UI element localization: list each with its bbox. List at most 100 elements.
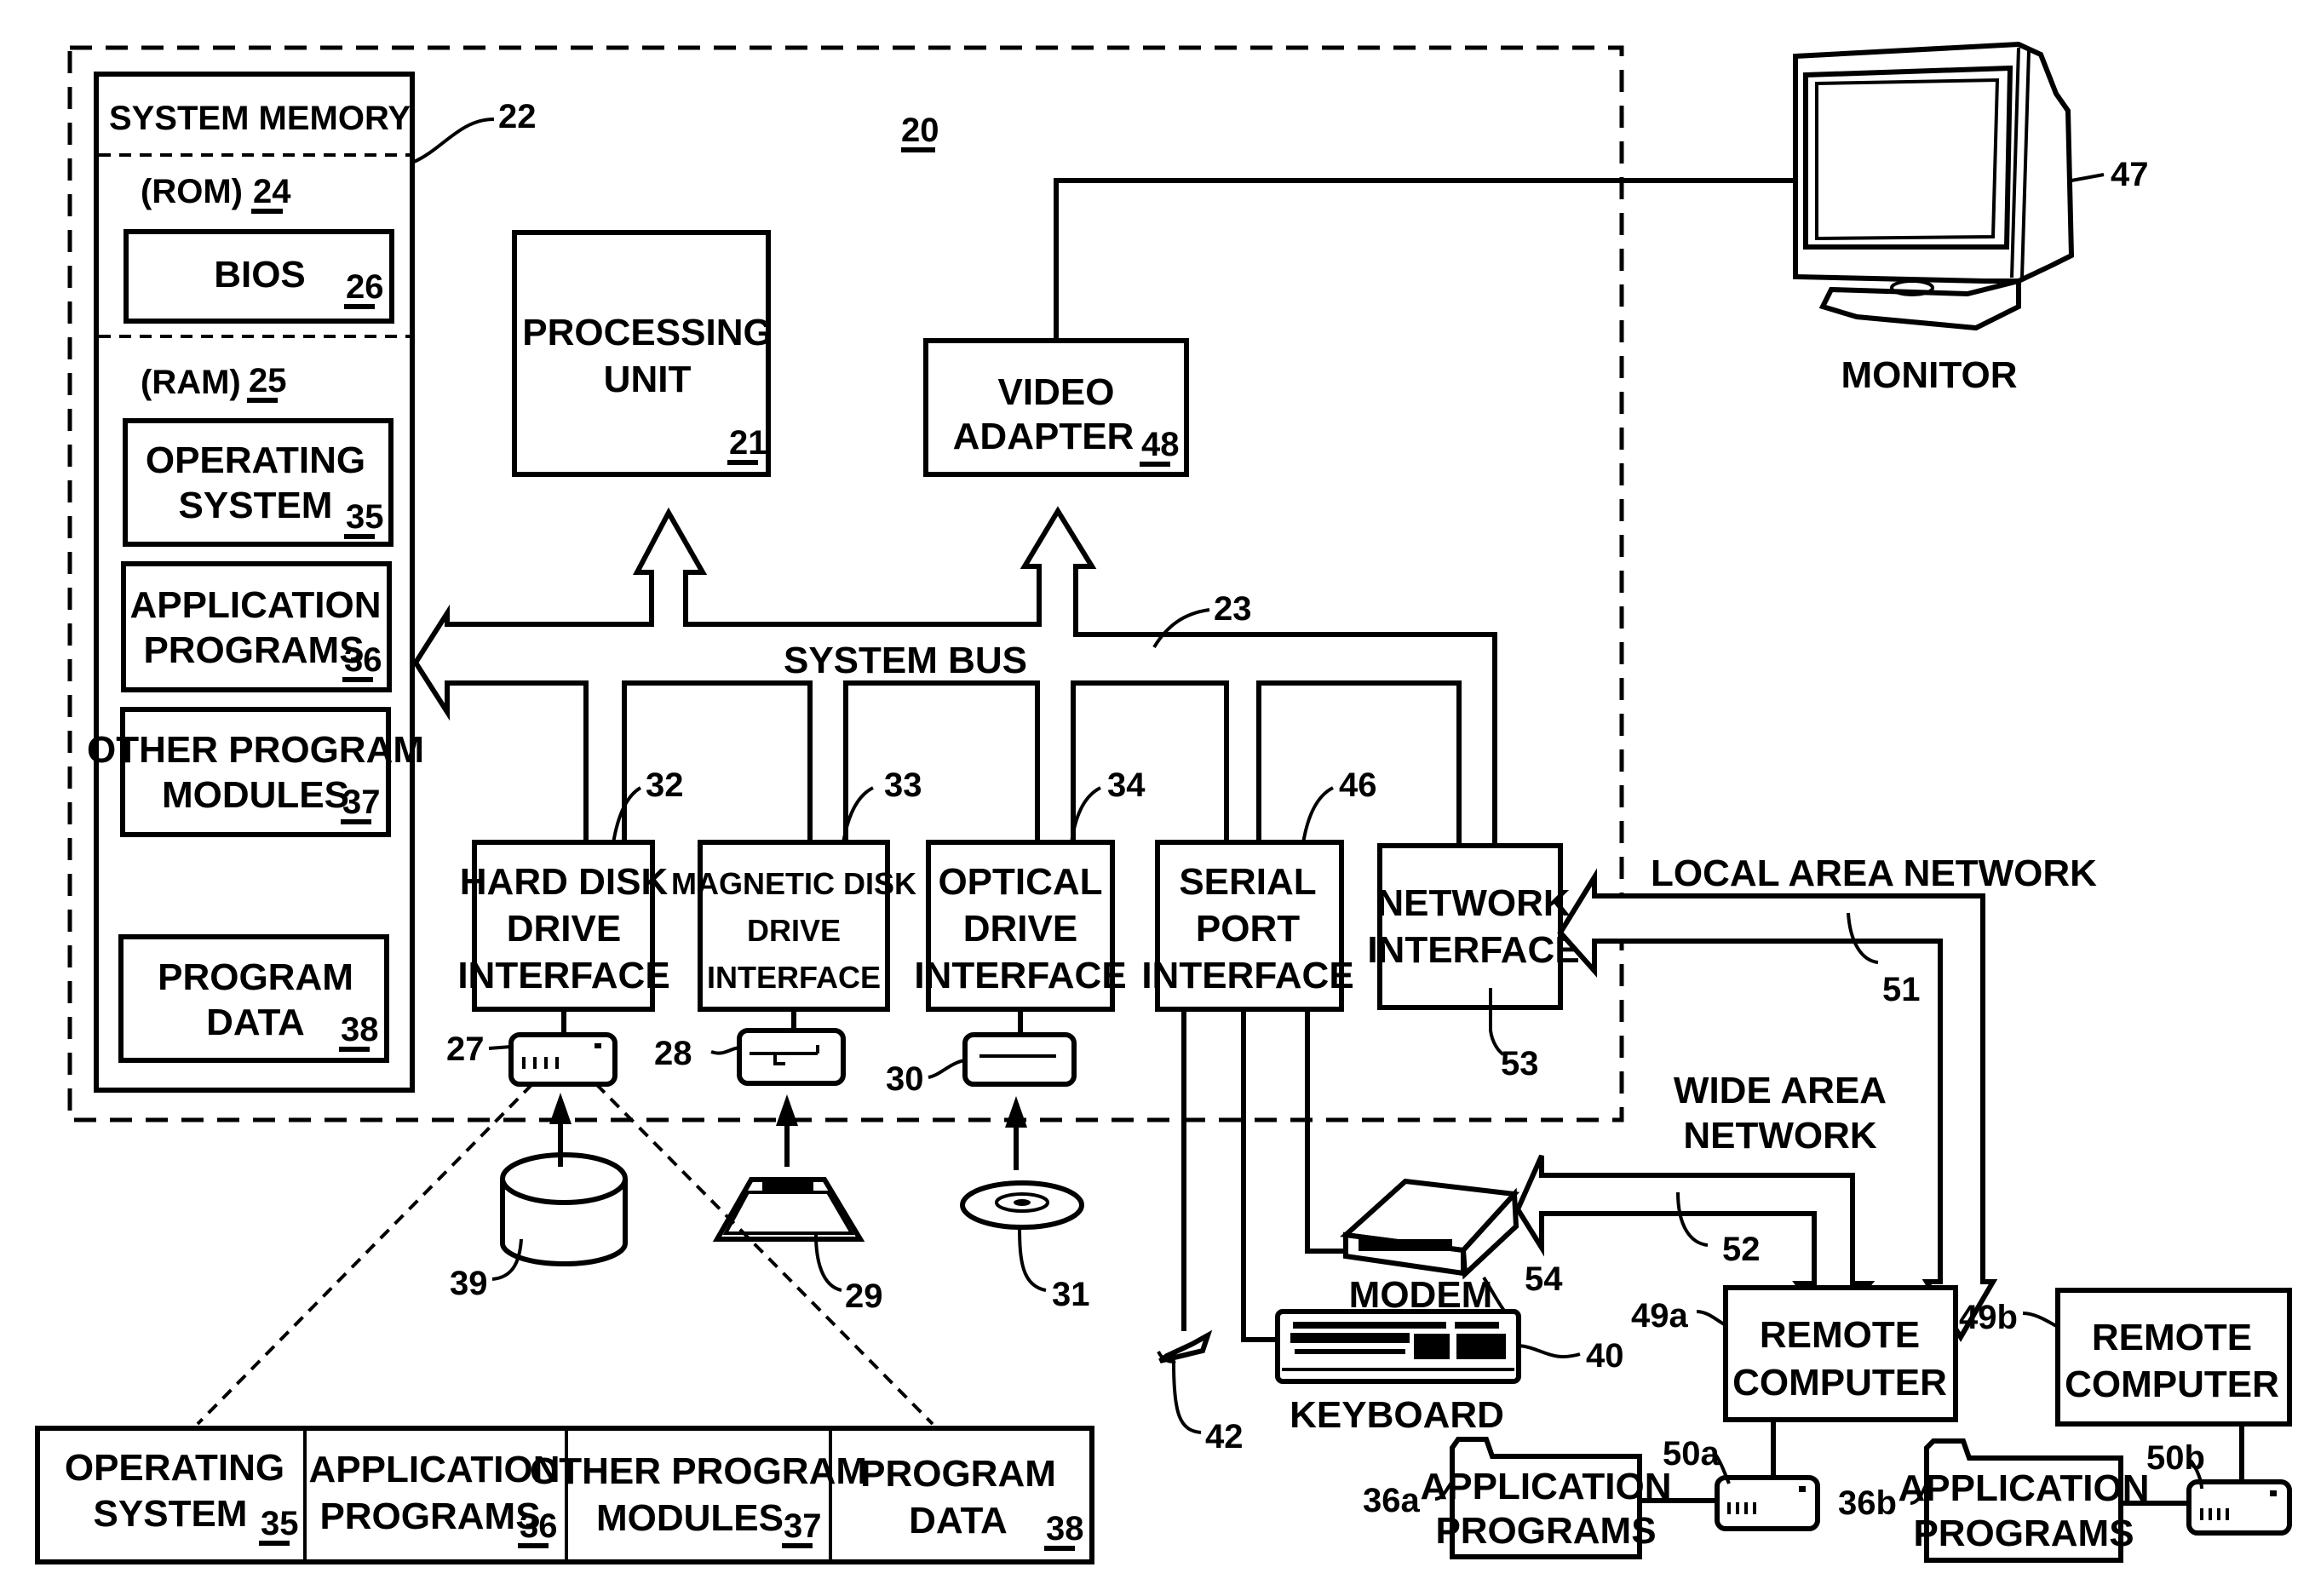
hdd-interface-ref: 32 [646,766,684,804]
remote-b-storage-ref: 50b [2146,1439,2205,1477]
remote-b-storage-icon [2186,1479,2292,1536]
ram-item-ref: 36 [344,641,382,679]
modem-ref: 54 [1525,1260,1563,1298]
disk-contents-table: OPERATING SYSTEM 35 APPLICATION PROGRAMS… [35,1426,1094,1564]
processing-unit-line1: PROCESSING [522,312,772,353]
ram-item-program-data: PROGRAM DATA 38 [118,934,389,1063]
processing-unit-line2: UNIT [604,359,692,400]
apps-line2: PROGRAMS [1913,1513,2134,1554]
serial-port-interface: SERIAL PORT INTERFACE [1141,840,1354,1012]
disk-content-line2: SYSTEM [94,1493,248,1535]
serial-interface-ref: 46 [1339,766,1377,804]
magnetic-disk-drive-icon [737,1028,846,1086]
disk-contents-expansion-left [196,1082,534,1426]
ram-item-line2: DATA [206,1002,305,1043]
video-cable [1054,178,1793,341]
ram-item-line1: PROGRAM [158,956,353,998]
disk-content-line2: PROGRAMS [319,1496,540,1537]
interface-line1: MAGNETIC DISK [671,866,916,901]
disk-content-ref: 37 [784,1507,822,1545]
processing-unit: PROCESSING UNIT 21 [512,230,773,477]
optical-drive-interface: OPTICAL DRIVE INTERFACE [914,840,1127,1012]
video-adapter: VIDEO ADAPTER 48 [923,338,1189,477]
wan-label-line2: NETWORK [1683,1115,1877,1157]
disk-contents-expansion-right [595,1082,934,1426]
ram-item-line1: OTHER PROGRAM [87,729,424,771]
optical-interface-ref: 34 [1107,766,1146,804]
network-interface: NETWORK INTERFACE [1367,843,1580,1010]
ram-item-application-programs: APPLICATION PROGRAMS 36 [121,561,392,692]
apps-line1: APPLICATION [1421,1466,1672,1507]
keyboard-ref: 40 [1586,1337,1624,1375]
computer-ref: 20 [901,112,939,149]
hdd-leader [488,1045,512,1050]
monitor-label: MONITOR [1841,354,2018,396]
mouse-leader [1172,1362,1202,1434]
interface-line3: INTERFACE [707,960,881,995]
ram-item-ref: 35 [346,498,384,536]
ram-item-ref: 37 [342,784,381,821]
floppy-ref: 29 [845,1277,883,1315]
ram-item-operating-system: OPERATING SYSTEM 35 [123,418,393,547]
optical-interface-leader [1070,786,1101,844]
ram-ref: 25 [249,362,287,399]
mag-ref: 28 [654,1035,692,1072]
disk-content-ref: 36 [520,1507,558,1545]
bios-label: BIOS [214,254,306,296]
remote-computer-b: REMOTE COMPUTER [2055,1288,2292,1427]
cd-leader [1018,1226,1047,1292]
bios-ref: 26 [346,268,384,306]
hard-disk-ref: 39 [450,1265,488,1302]
floppy-leader [814,1234,842,1292]
remote-a-apps-ref: 36a [1363,1482,1420,1519]
keyboard-leader [1518,1344,1581,1358]
interface-line3: INTERFACE [457,955,669,996]
apps-line1: APPLICATION [1899,1467,2150,1509]
ram-item-line2: SYSTEM [179,485,333,526]
rom-label: (ROM) [141,173,243,210]
wan-label-line1: WIDE AREA [1674,1070,1887,1111]
lan-ref: 51 [1882,971,1921,1008]
magnetic-disk-drive-interface: MAGNETIC DISK DRIVE INTERFACE [671,840,916,1012]
remote-a-application-programs-folder: APPLICATION PROGRAMS [1421,1437,1672,1559]
hdd-ref: 27 [446,1031,485,1068]
optical-leader [928,1059,966,1079]
network-interface-ref: 53 [1501,1045,1539,1082]
computer-system-diagram: 20 SYSTEM MEMORY (ROM) 24 BIOS 26 (RAM) … [35,41,2292,1564]
remote-computer-line2: COMPUTER [2065,1363,2279,1405]
remote-computer-line1: REMOTE [2092,1317,2252,1358]
system-memory-title: SYSTEM MEMORY [109,100,411,137]
apps-line2: PROGRAMS [1435,1510,1656,1552]
ram-item-line1: OPERATING [146,439,365,481]
interface-line2: PORT [1196,908,1300,950]
ram-item-line2: MODULES [162,774,349,816]
interface-line3: INTERFACE [1141,955,1353,996]
processing-unit-ref: 21 [729,424,767,462]
remote-computer-a-ref: 49a [1631,1297,1688,1335]
interface-line1: OPTICAL [938,861,1102,903]
remote-a-storage-icon [1715,1475,1820,1531]
remote-computer-a: REMOTE COMPUTER [1723,1285,1958,1422]
monitor-icon [1793,41,2075,331]
disk-content-ref: 38 [1046,1510,1084,1547]
mouse-icon [1157,1329,1213,1363]
wan-ref: 52 [1722,1231,1761,1268]
disk-content-line1: OTHER PROGRAM [530,1450,867,1492]
keyboard-label: KEYBOARD [1290,1394,1504,1436]
disk-content-line1: APPLICATION [309,1449,560,1490]
interface-line1: HARD DISK [460,861,669,903]
cd-ref: 31 [1052,1276,1090,1313]
system-memory-leader [413,118,495,164]
interface-line1: SERIAL [1179,861,1316,903]
remote-b-apps-ref: 36b [1838,1484,1897,1522]
media-arrows [549,1093,1027,1170]
keyboard-cable [1241,1009,1282,1342]
ram-label: (RAM) [141,364,241,401]
system-bus-label: SYSTEM BUS [784,640,1027,681]
serial-interface-leader [1301,786,1334,844]
remote-computer-line1: REMOTE [1760,1314,1920,1356]
hard-disk-leader [491,1238,523,1281]
interface-line2: DRIVE [507,908,621,950]
remote-computer-b-leader [2022,1312,2059,1329]
lan-label: LOCAL AREA NETWORK [1651,853,2097,894]
